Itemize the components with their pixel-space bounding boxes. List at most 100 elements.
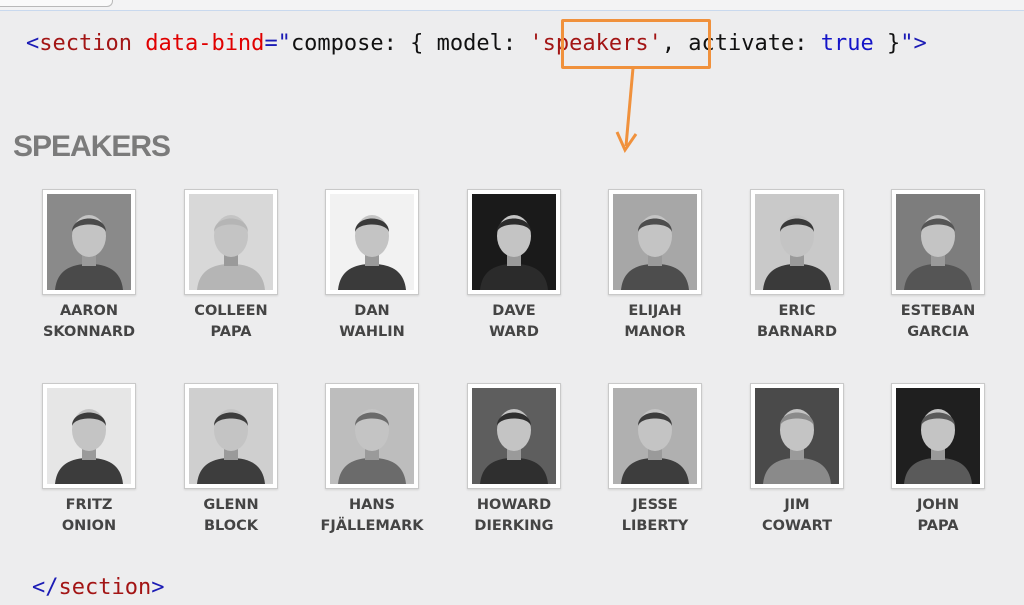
- speaker-name[interactable]: JIM COWART: [726, 495, 868, 537]
- code-activate-value: true: [820, 31, 874, 56]
- speaker-photo[interactable]: [467, 189, 561, 295]
- speaker-photo[interactable]: [891, 383, 985, 489]
- speaker-last-name: MANOR: [624, 324, 686, 340]
- speaker-photo[interactable]: [750, 189, 844, 295]
- speaker-name[interactable]: JESSE LIBERTY: [584, 495, 726, 537]
- person-portrait-icon: [189, 388, 273, 484]
- code-line-section-close: </section>: [32, 574, 164, 602]
- speaker-last-name: GARCIA: [907, 324, 969, 340]
- code-close-open-bracket: </: [32, 575, 59, 600]
- code-close-quote-bracket: ">: [900, 31, 927, 56]
- speaker-name[interactable]: DAN WAHLIN: [301, 301, 443, 343]
- window-top-bar: [0, 0, 1024, 11]
- speaker-name[interactable]: COLLEEN PAPA: [160, 301, 302, 343]
- code-close-tag-name: section: [58, 575, 152, 600]
- speaker-photo[interactable]: [608, 189, 702, 295]
- speaker-first-name: ERIC: [778, 303, 816, 319]
- speaker-name[interactable]: GLENN BLOCK: [160, 495, 302, 537]
- speaker-name[interactable]: JOHN PAPA: [867, 495, 1009, 537]
- speaker-card[interactable]: JIM COWART: [726, 383, 868, 537]
- speaker-last-name: SKONNARD: [42, 324, 136, 340]
- person-portrait-icon: [189, 194, 273, 290]
- person-portrait-icon: [472, 388, 556, 484]
- speaker-first-name: AARON: [59, 303, 119, 319]
- speaker-card[interactable]: COLLEEN PAPA: [160, 189, 302, 343]
- code-close-end-bracket: >: [151, 575, 165, 600]
- speaker-photo[interactable]: [891, 189, 985, 295]
- speaker-photo[interactable]: [750, 383, 844, 489]
- speaker-last-name: WAHLIN: [339, 324, 405, 340]
- speaker-card[interactable]: HOWARD DIERKING: [443, 383, 585, 537]
- speaker-photo[interactable]: [325, 189, 419, 295]
- speaker-card[interactable]: DAVE WARD: [443, 189, 585, 343]
- speaker-last-name: FJÄLLEMARK: [320, 518, 424, 534]
- speaker-card[interactable]: GLENN BLOCK: [160, 383, 302, 537]
- speaker-name[interactable]: ESTEBAN GARCIA: [867, 301, 1009, 343]
- speaker-photo[interactable]: [42, 189, 136, 295]
- person-portrait-icon: [472, 194, 556, 290]
- speaker-name[interactable]: DAVE WARD: [443, 301, 585, 343]
- model-value-callout-box: [561, 19, 711, 69]
- speaker-first-name: JIM: [784, 497, 810, 513]
- person-portrait-icon: [613, 388, 697, 484]
- speaker-first-name: DAVE: [492, 303, 536, 319]
- person-portrait-icon: [330, 388, 414, 484]
- person-portrait-icon: [330, 194, 414, 290]
- code-attribute-name: data-bind: [145, 31, 265, 56]
- speaker-card[interactable]: JESSE LIBERTY: [584, 383, 726, 537]
- speaker-card[interactable]: HANS FJÄLLEMARK: [301, 383, 443, 537]
- speaker-last-name: COWART: [762, 518, 832, 534]
- speaker-name[interactable]: ELIJAH MANOR: [584, 301, 726, 343]
- person-portrait-icon: [755, 388, 839, 484]
- speaker-card[interactable]: ESTEBAN GARCIA: [867, 189, 1009, 343]
- speaker-card[interactable]: ERIC BARNARD: [726, 189, 868, 343]
- speaker-last-name: WARD: [489, 324, 539, 340]
- speaker-first-name: HANS: [349, 497, 395, 513]
- speaker-name[interactable]: AARON SKONNARD: [18, 301, 160, 343]
- speaker-last-name: PAPA: [917, 518, 959, 534]
- person-portrait-icon: [896, 388, 980, 484]
- speaker-photo[interactable]: [184, 189, 278, 295]
- speaker-photo[interactable]: [42, 383, 136, 489]
- speaker-first-name: GLENN: [203, 497, 259, 513]
- code-binding-prefix: compose: { model:: [290, 31, 530, 56]
- code-line-section-open: <section data-bind="compose: { model: 's…: [26, 30, 927, 58]
- speaker-last-name: BARNARD: [757, 324, 837, 340]
- page-title: SPEAKERS: [13, 130, 171, 163]
- code-tag-name: section: [39, 31, 132, 56]
- speaker-last-name: BLOCK: [204, 518, 258, 534]
- speaker-card[interactable]: JOHN PAPA: [867, 383, 1009, 537]
- speaker-first-name: ELIJAH: [628, 303, 682, 319]
- code-open-bracket: <: [26, 31, 40, 56]
- speaker-name[interactable]: ERIC BARNARD: [726, 301, 868, 343]
- speaker-first-name: DAN: [354, 303, 390, 319]
- speaker-photo[interactable]: [467, 383, 561, 489]
- speaker-last-name: DIERKING: [474, 518, 554, 534]
- speaker-name[interactable]: HOWARD DIERKING: [443, 495, 585, 537]
- code-binding-suffix: }: [873, 31, 901, 56]
- speaker-name[interactable]: FRITZ ONION: [18, 495, 160, 537]
- speaker-photo[interactable]: [325, 383, 419, 489]
- speaker-photo[interactable]: [184, 383, 278, 489]
- speaker-first-name: ESTEBAN: [900, 303, 976, 319]
- speaker-last-name: PAPA: [210, 324, 252, 340]
- person-portrait-icon: [896, 194, 980, 290]
- speaker-card[interactable]: FRITZ ONION: [18, 383, 160, 537]
- window-tab-edge: [0, 0, 113, 7]
- person-portrait-icon: [47, 388, 131, 484]
- speaker-first-name: HOWARD: [476, 497, 552, 513]
- code-equals-quote: =": [264, 31, 291, 56]
- speaker-name[interactable]: HANS FJÄLLEMARK: [301, 495, 443, 537]
- speaker-card[interactable]: ELIJAH MANOR: [584, 189, 726, 343]
- person-portrait-icon: [613, 194, 697, 290]
- speaker-first-name: COLLEEN: [194, 303, 268, 319]
- speaker-card[interactable]: AARON SKONNARD: [18, 189, 160, 343]
- speaker-card[interactable]: DAN WAHLIN: [301, 189, 443, 343]
- person-portrait-icon: [47, 194, 131, 290]
- speaker-first-name: FRITZ: [65, 497, 113, 513]
- speaker-last-name: LIBERTY: [621, 518, 689, 534]
- speaker-last-name: ONION: [61, 518, 117, 534]
- person-portrait-icon: [755, 194, 839, 290]
- callout-arrow-icon: [615, 68, 638, 154]
- speaker-photo[interactable]: [608, 383, 702, 489]
